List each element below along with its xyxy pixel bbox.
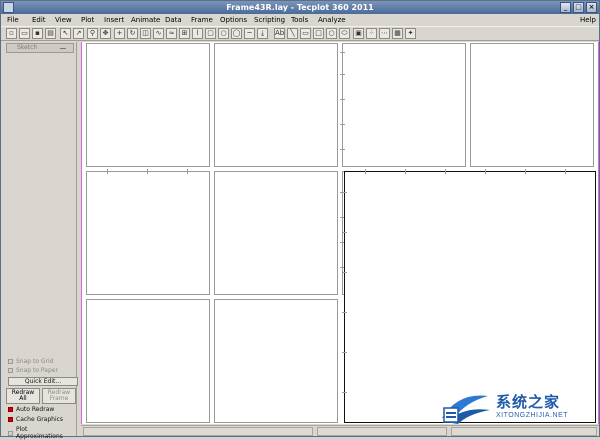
streamtrace-icon[interactable]: ∿ <box>153 28 164 39</box>
watermark-text: 系统之家 <box>496 393 561 411</box>
frame-8[interactable] <box>86 299 210 423</box>
watermark-url: XITONGZHIJIA.NET <box>496 412 569 419</box>
translate-icon[interactable]: ✥ <box>100 28 111 39</box>
options-icon[interactable]: ✦ <box>405 28 416 39</box>
print-icon[interactable]: ▤ <box>45 28 56 39</box>
grid-tool-icon[interactable]: ⁘ <box>366 28 377 39</box>
menu-insert[interactable]: Insert <box>104 15 124 25</box>
auto-redraw-toggle[interactable]: Auto Redraw <box>8 406 54 413</box>
mode-dropdown-label: Sketch <box>17 44 38 51</box>
checkbox-icon[interactable] <box>8 407 13 412</box>
snap-to-paper-toggle[interactable]: Snap to Paper <box>8 367 58 374</box>
redraw-frame-button[interactable]: Redraw Frame <box>42 388 76 404</box>
plot-approximations-toggle[interactable]: Plot Approximations <box>8 426 76 440</box>
checkbox-icon[interactable] <box>8 359 13 364</box>
menu-animate[interactable]: Animate <box>131 15 160 25</box>
status-cell-3 <box>451 427 597 436</box>
menu-bar: File Edit View Plot Insert Animate Data … <box>1 14 599 26</box>
save-icon[interactable]: ▪ <box>32 28 43 39</box>
frame-active-large[interactable] <box>342 169 596 423</box>
window-title: Frame43R.lay - Tecplot 360 2011 <box>226 3 374 12</box>
close-icon[interactable]: × <box>586 2 597 13</box>
frame-5[interactable] <box>86 169 210 295</box>
toolbar: ▫ ▭ ▪ ▤ ↖ ↗ ⚲ ✥ + ↻ ◫ ∿ ≈ ⊞ ⌇ ▢ ○ ◯ ~ ⤓ … <box>1 26 599 41</box>
auto-redraw-label: Auto Redraw <box>16 406 55 413</box>
snap-to-paper-label: Snap to Paper <box>16 367 58 374</box>
zoom-icon[interactable]: ⚲ <box>87 28 98 39</box>
menu-plot[interactable]: Plot <box>81 15 94 25</box>
menu-help[interactable]: Help <box>580 15 596 25</box>
rotate-icon[interactable]: ↻ <box>127 28 138 39</box>
text-tool-icon[interactable]: Ab <box>274 28 285 39</box>
selector-arrow-icon[interactable]: ↖ <box>60 28 71 39</box>
redraw-all-line2: All <box>19 395 27 402</box>
polyline-icon[interactable]: ⌇ <box>192 28 203 39</box>
watermark-logo: 系统之家 XITONGZHIJIA.NET <box>436 388 591 428</box>
menu-frame[interactable]: Frame <box>191 15 213 25</box>
cache-graphics-label: Cache Graphics <box>16 416 64 423</box>
frame-tool-icon[interactable]: ▣ <box>353 28 364 39</box>
app-window: Frame43R.lay - Tecplot 360 2011 _ □ × Fi… <box>0 0 600 440</box>
spline-icon[interactable]: ~ <box>244 28 255 39</box>
square-tool-icon[interactable]: ▢ <box>205 28 216 39</box>
menu-options[interactable]: Options <box>220 15 247 25</box>
extract-icon[interactable]: ⤓ <box>257 28 268 39</box>
dropdown-arrow-icon <box>60 48 66 49</box>
ellipse-shape-icon[interactable]: ⬭ <box>339 28 350 39</box>
checkbox-icon[interactable] <box>8 430 13 436</box>
line-tool-icon[interactable]: ╲ <box>287 28 298 39</box>
watermark-logo-icon <box>442 395 490 424</box>
snap-to-grid-label: Snap to Grid <box>16 358 54 365</box>
frame-3[interactable] <box>340 43 466 167</box>
frame-2[interactable] <box>214 43 338 167</box>
workspace-canvas[interactable] <box>81 42 599 424</box>
rectangle-tool-icon[interactable]: ▭ <box>300 28 311 39</box>
menu-file[interactable]: File <box>7 15 19 25</box>
checkbox-icon[interactable] <box>8 417 13 422</box>
menu-scripting[interactable]: Scripting <box>254 15 285 25</box>
menu-edit[interactable]: Edit <box>32 15 46 25</box>
checkbox-icon[interactable] <box>8 368 13 373</box>
maximize-icon[interactable]: □ <box>573 2 584 13</box>
probe-icon[interactable]: + <box>114 28 125 39</box>
window-menu-icon[interactable] <box>3 2 14 13</box>
adjustor-icon[interactable]: ↗ <box>73 28 84 39</box>
menu-analyze[interactable]: Analyze <box>318 15 346 25</box>
status-cell-1 <box>83 427 313 436</box>
menu-tools[interactable]: Tools <box>291 15 308 25</box>
frame-6[interactable] <box>214 171 338 295</box>
plot-approximations-label: Plot Approximations <box>16 426 63 440</box>
cache-graphics-toggle[interactable]: Cache Graphics <box>8 416 63 423</box>
new-layout-icon[interactable]: ▫ <box>6 28 17 39</box>
circle-shape-icon[interactable]: ○ <box>326 28 337 39</box>
frame-4[interactable] <box>470 43 594 167</box>
square-shape-icon[interactable]: □ <box>313 28 324 39</box>
circle-tool-icon[interactable]: ○ <box>218 28 229 39</box>
redraw-frame-line2: Frame <box>49 395 69 402</box>
quick-edit-button[interactable]: Quick Edit... <box>8 377 78 386</box>
frame-9[interactable] <box>214 299 338 423</box>
frame-1[interactable] <box>86 43 210 167</box>
ellipse-tool-icon[interactable]: ◯ <box>231 28 242 39</box>
snap-to-grid-toggle[interactable]: Snap to Grid <box>8 358 54 365</box>
table-icon[interactable]: ▦ <box>392 28 403 39</box>
title-bar: Frame43R.lay - Tecplot 360 2011 _ □ × <box>1 1 599 14</box>
redraw-all-button[interactable]: Redraw All <box>6 388 40 404</box>
menu-data[interactable]: Data <box>165 15 182 25</box>
status-cell-2 <box>317 427 447 436</box>
contour-icon[interactable]: ≈ <box>166 28 177 39</box>
sidebar-panel: Sketch Snap to Grid Snap to Paper Quick … <box>3 42 78 440</box>
minimize-icon[interactable]: _ <box>560 2 571 13</box>
menu-view[interactable]: View <box>55 15 72 25</box>
mode-dropdown[interactable]: Sketch <box>6 43 74 53</box>
geometry-icon[interactable]: ⊞ <box>179 28 190 39</box>
mesh-icon[interactable]: ⋯ <box>379 28 390 39</box>
open-icon[interactable]: ▭ <box>19 28 30 39</box>
slice-icon[interactable]: ◫ <box>140 28 151 39</box>
